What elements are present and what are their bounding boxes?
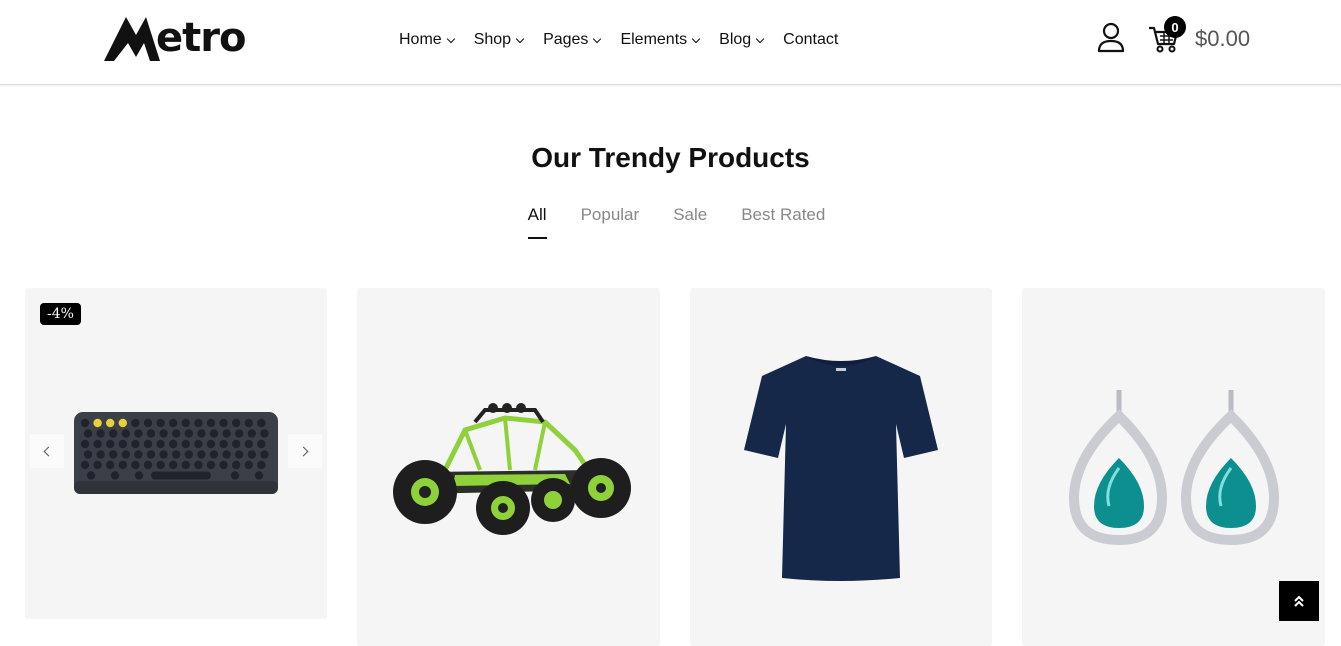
cart-total[interactable]: $0.00	[1195, 26, 1250, 52]
keyboard-image	[74, 412, 278, 494]
chevron-right-icon	[298, 446, 309, 456]
section-title: Our Trendy Products	[531, 142, 810, 173]
t-shirt-image	[744, 356, 938, 581]
logo-text: etro	[156, 15, 246, 61]
nav-blog[interactable]: Blog	[719, 30, 765, 50]
nav-shop[interactable]: Shop	[473, 30, 525, 50]
back-to-top-button[interactable]	[1279, 581, 1319, 621]
site-header: etro Home Shop Pages Elements Blog Conta…	[0, 0, 1341, 85]
main-nav: Home Shop Pages Elements Blog Contact	[399, 30, 838, 50]
user-icon	[1097, 22, 1125, 53]
tab-all[interactable]: All	[527, 205, 547, 239]
chevron-down-icon	[691, 34, 701, 43]
discount-badge: -4%	[40, 303, 81, 325]
nav-pages[interactable]: Pages	[543, 30, 602, 50]
chevron-left-icon	[43, 446, 54, 456]
earrings-image	[1068, 390, 1280, 546]
nav-elements[interactable]: Elements	[620, 30, 701, 50]
product-card-rc-buggy[interactable]	[357, 288, 660, 646]
chevron-down-icon	[515, 34, 525, 43]
nav-home-label: Home	[399, 31, 442, 48]
chevron-down-icon	[755, 34, 765, 43]
tab-popular[interactable]: Popular	[581, 205, 640, 239]
image-prev-button[interactable]	[30, 434, 64, 468]
nav-shop-label: Shop	[473, 31, 512, 48]
chevron-down-icon	[593, 34, 602, 43]
nav-pages-label: Pages	[543, 31, 589, 48]
nav-blog-label: Blog	[719, 31, 752, 48]
logo-mark-icon	[104, 17, 160, 61]
tab-best-rated[interactable]: Best Rated	[741, 205, 825, 239]
nav-home[interactable]: Home	[399, 30, 455, 50]
nav-contact-label: Contact	[783, 31, 839, 48]
chevron-down-icon	[446, 34, 455, 43]
logo[interactable]: etro	[104, 12, 294, 64]
product-tabs: All Popular Sale Best Rated	[0, 205, 1341, 239]
nav-elements-label: Elements	[620, 31, 688, 48]
account-button[interactable]	[1096, 22, 1126, 54]
double-chevron-up-icon	[1294, 595, 1304, 607]
cart-count-badge: 0	[1164, 16, 1186, 38]
image-next-button[interactable]	[288, 434, 322, 468]
product-card-keyboard[interactable]: -4%	[25, 288, 327, 619]
tab-sale[interactable]: Sale	[673, 205, 707, 239]
product-card-t-shirt[interactable]	[690, 288, 992, 646]
nav-contact[interactable]: Contact	[783, 30, 838, 50]
rc-buggy-image	[393, 403, 631, 535]
